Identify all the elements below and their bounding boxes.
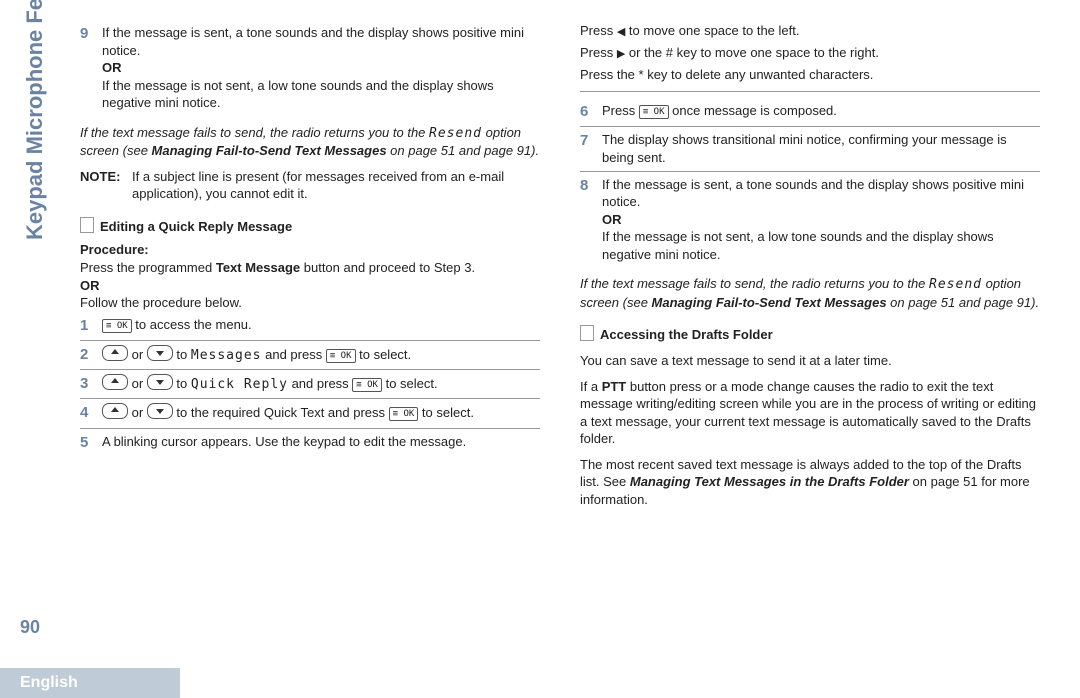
drafts-para-1: You can save a text message to send it a… bbox=[580, 352, 1040, 370]
step-number: 4 bbox=[80, 403, 102, 423]
step-text: If the message is not sent, a low tone s… bbox=[102, 78, 494, 111]
resend-label: Resend bbox=[429, 126, 482, 141]
ok-key-icon: ≡ OK bbox=[639, 105, 669, 119]
procedure-label: Procedure: bbox=[80, 242, 149, 257]
ok-key-icon: ≡ OK bbox=[389, 407, 419, 421]
document-icon bbox=[80, 217, 94, 233]
nav-down-icon bbox=[147, 374, 173, 390]
step-number: 1 bbox=[80, 316, 102, 336]
sidebar-label: Keypad Microphone Features bbox=[20, 0, 50, 240]
note-block: NOTE: If a subject line is present (for … bbox=[80, 168, 540, 203]
nav-up-icon bbox=[102, 374, 128, 390]
fail-note: If the text message fails to send, the r… bbox=[580, 275, 1040, 311]
step-number: 8 bbox=[580, 176, 602, 196]
section-title-drafts: Accessing the Drafts Folder bbox=[580, 325, 1040, 344]
step-number: 3 bbox=[80, 374, 102, 394]
resend-label: Resend bbox=[929, 277, 982, 292]
note-text: If a subject line is present (for messag… bbox=[132, 168, 540, 203]
drafts-para-3: The most recent saved text message is al… bbox=[580, 456, 1040, 509]
or-label: OR bbox=[102, 60, 122, 75]
step-7: 7 The display shows transitional mini no… bbox=[580, 127, 1040, 171]
nav-up-icon bbox=[102, 403, 128, 419]
drafts-para-2: If a PTT button press or a mode change c… bbox=[580, 378, 1040, 448]
step-text: If the message is sent, a tone sounds an… bbox=[102, 25, 524, 58]
ok-key-icon: ≡ OK bbox=[326, 349, 356, 363]
step-number: 9 bbox=[80, 24, 102, 44]
step-3: 3 or to Quick Reply and press ≡ OK to se… bbox=[80, 370, 540, 399]
or-label: OR bbox=[602, 212, 622, 227]
nav-down-icon bbox=[147, 403, 173, 419]
step-2: 2 or to Messages and press ≡ OK to selec… bbox=[80, 341, 540, 370]
document-icon bbox=[580, 325, 594, 341]
note-label: NOTE: bbox=[80, 168, 132, 203]
step-number: 2 bbox=[80, 345, 102, 365]
or-label: OR bbox=[80, 278, 100, 293]
step-4: 4 or to the required Quick Text and pres… bbox=[80, 399, 540, 428]
ok-key-icon: ≡ OK bbox=[102, 319, 132, 333]
page-number: 90 bbox=[20, 615, 40, 639]
step-number: 6 bbox=[580, 102, 602, 122]
procedure-block: Procedure: Press the programmed Text Mes… bbox=[80, 241, 540, 311]
nav-up-icon bbox=[102, 345, 128, 361]
step-9: 9 If the message is sent, a tone sounds … bbox=[80, 20, 540, 116]
nav-instructions: Press to move one space to the left. Pre… bbox=[580, 20, 1040, 85]
step-6: 6 Press ≡ OK once message is composed. bbox=[580, 98, 1040, 127]
step-8: 8 If the message is sent, a tone sounds … bbox=[580, 172, 1040, 268]
section-title: Editing a Quick Reply Message bbox=[80, 217, 540, 236]
left-column: 9 If the message is sent, a tone sounds … bbox=[80, 20, 540, 516]
step-number: 5 bbox=[80, 433, 102, 453]
fail-note: If the text message fails to send, the r… bbox=[80, 124, 540, 160]
nav-down-icon bbox=[147, 345, 173, 361]
right-column: Press to move one space to the left. Pre… bbox=[580, 20, 1040, 516]
footer-language-bar: English bbox=[0, 668, 180, 698]
ok-key-icon: ≡ OK bbox=[352, 378, 382, 392]
step-number: 7 bbox=[580, 131, 602, 151]
step-5: 5 A blinking cursor appears. Use the key… bbox=[80, 429, 540, 457]
step-1: 1 ≡ OK to access the menu. bbox=[80, 312, 540, 341]
